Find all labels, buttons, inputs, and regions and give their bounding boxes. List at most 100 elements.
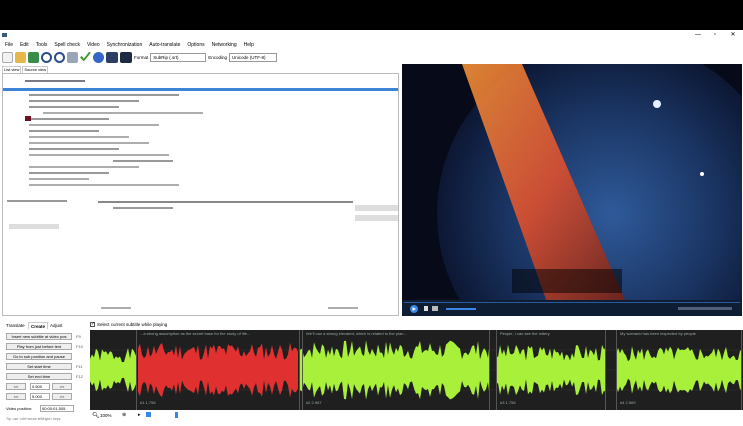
list-row[interactable] <box>29 130 99 132</box>
list-row[interactable] <box>9 224 59 229</box>
seek-back-button[interactable]: << <box>6 383 26 390</box>
tab-list-view[interactable]: List view <box>2 66 22 73</box>
close-button[interactable]: ✕ <box>728 31 738 39</box>
go-to-sub-button[interactable]: Go to sub position and pause <box>6 353 72 360</box>
subtitle-list[interactable] <box>2 73 399 316</box>
hotkey-label: F10 <box>76 344 83 349</box>
list-row[interactable] <box>29 178 89 180</box>
zoom-in-icon[interactable]: ⊕ <box>122 412 126 418</box>
table-row-selected[interactable] <box>3 88 398 91</box>
position-slider[interactable] <box>175 412 178 418</box>
encoding-value: Unicode (UTF-8) <box>232 54 266 60</box>
play-before-text-button[interactable]: Play from just before text <box>6 343 72 350</box>
list-row[interactable] <box>113 160 173 162</box>
list-row[interactable] <box>113 207 173 209</box>
menu-video[interactable]: Video <box>87 42 100 48</box>
spell-check-icon[interactable] <box>67 51 78 63</box>
view-tabs: List view Source view <box>2 66 49 73</box>
video-icon[interactable] <box>106 51 118 63</box>
zoom-out-icon[interactable]: 🔍︎ <box>92 412 100 419</box>
list-row[interactable] <box>101 307 131 309</box>
menu-synchronization[interactable]: Synchronization <box>107 42 143 48</box>
seek-large-step-input[interactable]: 5.000 <box>30 393 50 400</box>
segment-footer: #1 1.756 <box>140 400 156 405</box>
hotkey-label: F11 <box>76 364 83 369</box>
create-panel: Insert new subtitle at video pos F9 Play… <box>0 330 88 426</box>
video-position-label: Video position: <box>6 406 33 411</box>
waveform-segment[interactable]: People, I can see the lottery. #3 1.756 <box>496 330 606 410</box>
encoding-select[interactable]: Unicode (UTF-8) <box>229 52 278 62</box>
tab-translate[interactable]: Translate <box>4 322 27 329</box>
maximize-button[interactable]: ▫ <box>710 31 720 39</box>
video-player[interactable] <box>402 64 742 316</box>
waveform-segment[interactable]: We'll can a strong elevated, which is re… <box>302 330 490 410</box>
replace-icon[interactable] <box>54 51 65 63</box>
open-folder-icon[interactable] <box>15 51 26 63</box>
app-icon <box>2 33 7 37</box>
select-current-checkbox[interactable]: ✓ <box>90 321 96 327</box>
waveform-segment[interactable]: My scenario has been inspected by people… <box>616 330 742 410</box>
menu-tools[interactable]: Tools <box>36 42 48 48</box>
side-button[interactable] <box>355 215 398 221</box>
waveform-segment[interactable]: ...a strong assumption as the secret bas… <box>136 330 300 410</box>
help-icon[interactable] <box>93 51 104 63</box>
waveform-icon[interactable] <box>120 51 132 63</box>
minimize-button[interactable]: — <box>693 31 703 39</box>
seek-back-large-button[interactable]: << <box>6 393 26 400</box>
waveform[interactable]: ...a strong assumption as the secret bas… <box>90 330 743 410</box>
list-row[interactable] <box>29 94 179 96</box>
top-black-bar <box>0 0 743 30</box>
segment-text: We'll can a strong elevated, which is re… <box>306 331 407 336</box>
select-current-label: Select current subtitle while playing <box>97 322 168 327</box>
waveform-toolbar: 🔍︎ 100% ⊕ ▸ <box>90 410 743 426</box>
list-row[interactable] <box>29 154 169 156</box>
list-row[interactable] <box>29 106 119 108</box>
tab-source-view[interactable]: Source view <box>22 66 49 73</box>
new-file-icon[interactable] <box>2 51 13 63</box>
list-row[interactable] <box>29 166 139 168</box>
list-row[interactable] <box>7 200 67 202</box>
side-button[interactable] <box>355 205 398 211</box>
list-row[interactable] <box>29 124 159 126</box>
list-row[interactable] <box>328 307 358 309</box>
tab-create[interactable]: Create <box>28 322 49 329</box>
menu-networking[interactable]: Networking <box>212 42 237 48</box>
seek-forward-button[interactable]: >> <box>52 383 72 390</box>
menu-help[interactable]: Help <box>244 42 254 48</box>
list-row[interactable] <box>29 172 109 174</box>
video-position-input[interactable]: 00:00:01.505 <box>40 405 74 412</box>
play-icon[interactable]: ▸ <box>138 412 141 418</box>
menu-auto-translate[interactable]: Auto-translate <box>149 42 180 48</box>
menu-options[interactable]: Options <box>187 42 204 48</box>
zoom-level[interactable]: 100% <box>100 413 112 418</box>
video-controls <box>402 300 742 316</box>
list-row <box>25 116 31 121</box>
menu-spell-check[interactable]: Spell check <box>54 42 80 48</box>
check-icon: ✓ <box>91 321 96 327</box>
toolbar: Format SubRip (.srt) Encoding Unicode (U… <box>0 50 400 64</box>
speed-icon[interactable] <box>146 412 151 417</box>
set-end-time-button[interactable]: Set end time <box>6 373 72 380</box>
seek-forward-large-button[interactable]: >> <box>52 393 72 400</box>
menu-file[interactable]: File <box>5 42 13 48</box>
menu-edit[interactable]: Edit <box>20 42 29 48</box>
fix-errors-icon[interactable] <box>80 51 91 62</box>
save-icon[interactable] <box>28 51 39 63</box>
list-row[interactable] <box>43 112 203 114</box>
format-select[interactable]: SubRip (.srt) <box>150 52 207 62</box>
list-row[interactable] <box>29 148 119 150</box>
insert-subtitle-button[interactable]: Insert new subtitle at video pos <box>6 333 72 340</box>
seek-step-input[interactable]: 0.500 <box>30 383 50 390</box>
list-row[interactable] <box>29 184 179 186</box>
format-label: Format <box>134 54 149 60</box>
list-row[interactable] <box>29 100 139 102</box>
set-start-time-button[interactable]: Set start time <box>6 363 72 370</box>
tab-adjust[interactable]: Adjust <box>48 322 65 329</box>
menu-bar: File Edit Tools Spell check Video Synchr… <box>0 40 743 50</box>
list-row[interactable] <box>29 118 109 120</box>
list-row[interactable] <box>29 136 129 138</box>
segment-text: ...a strong assumption as the secret bas… <box>140 331 251 336</box>
list-row[interactable] <box>29 142 149 144</box>
hotkey-label: F9 <box>76 334 81 339</box>
search-icon[interactable] <box>41 51 52 63</box>
